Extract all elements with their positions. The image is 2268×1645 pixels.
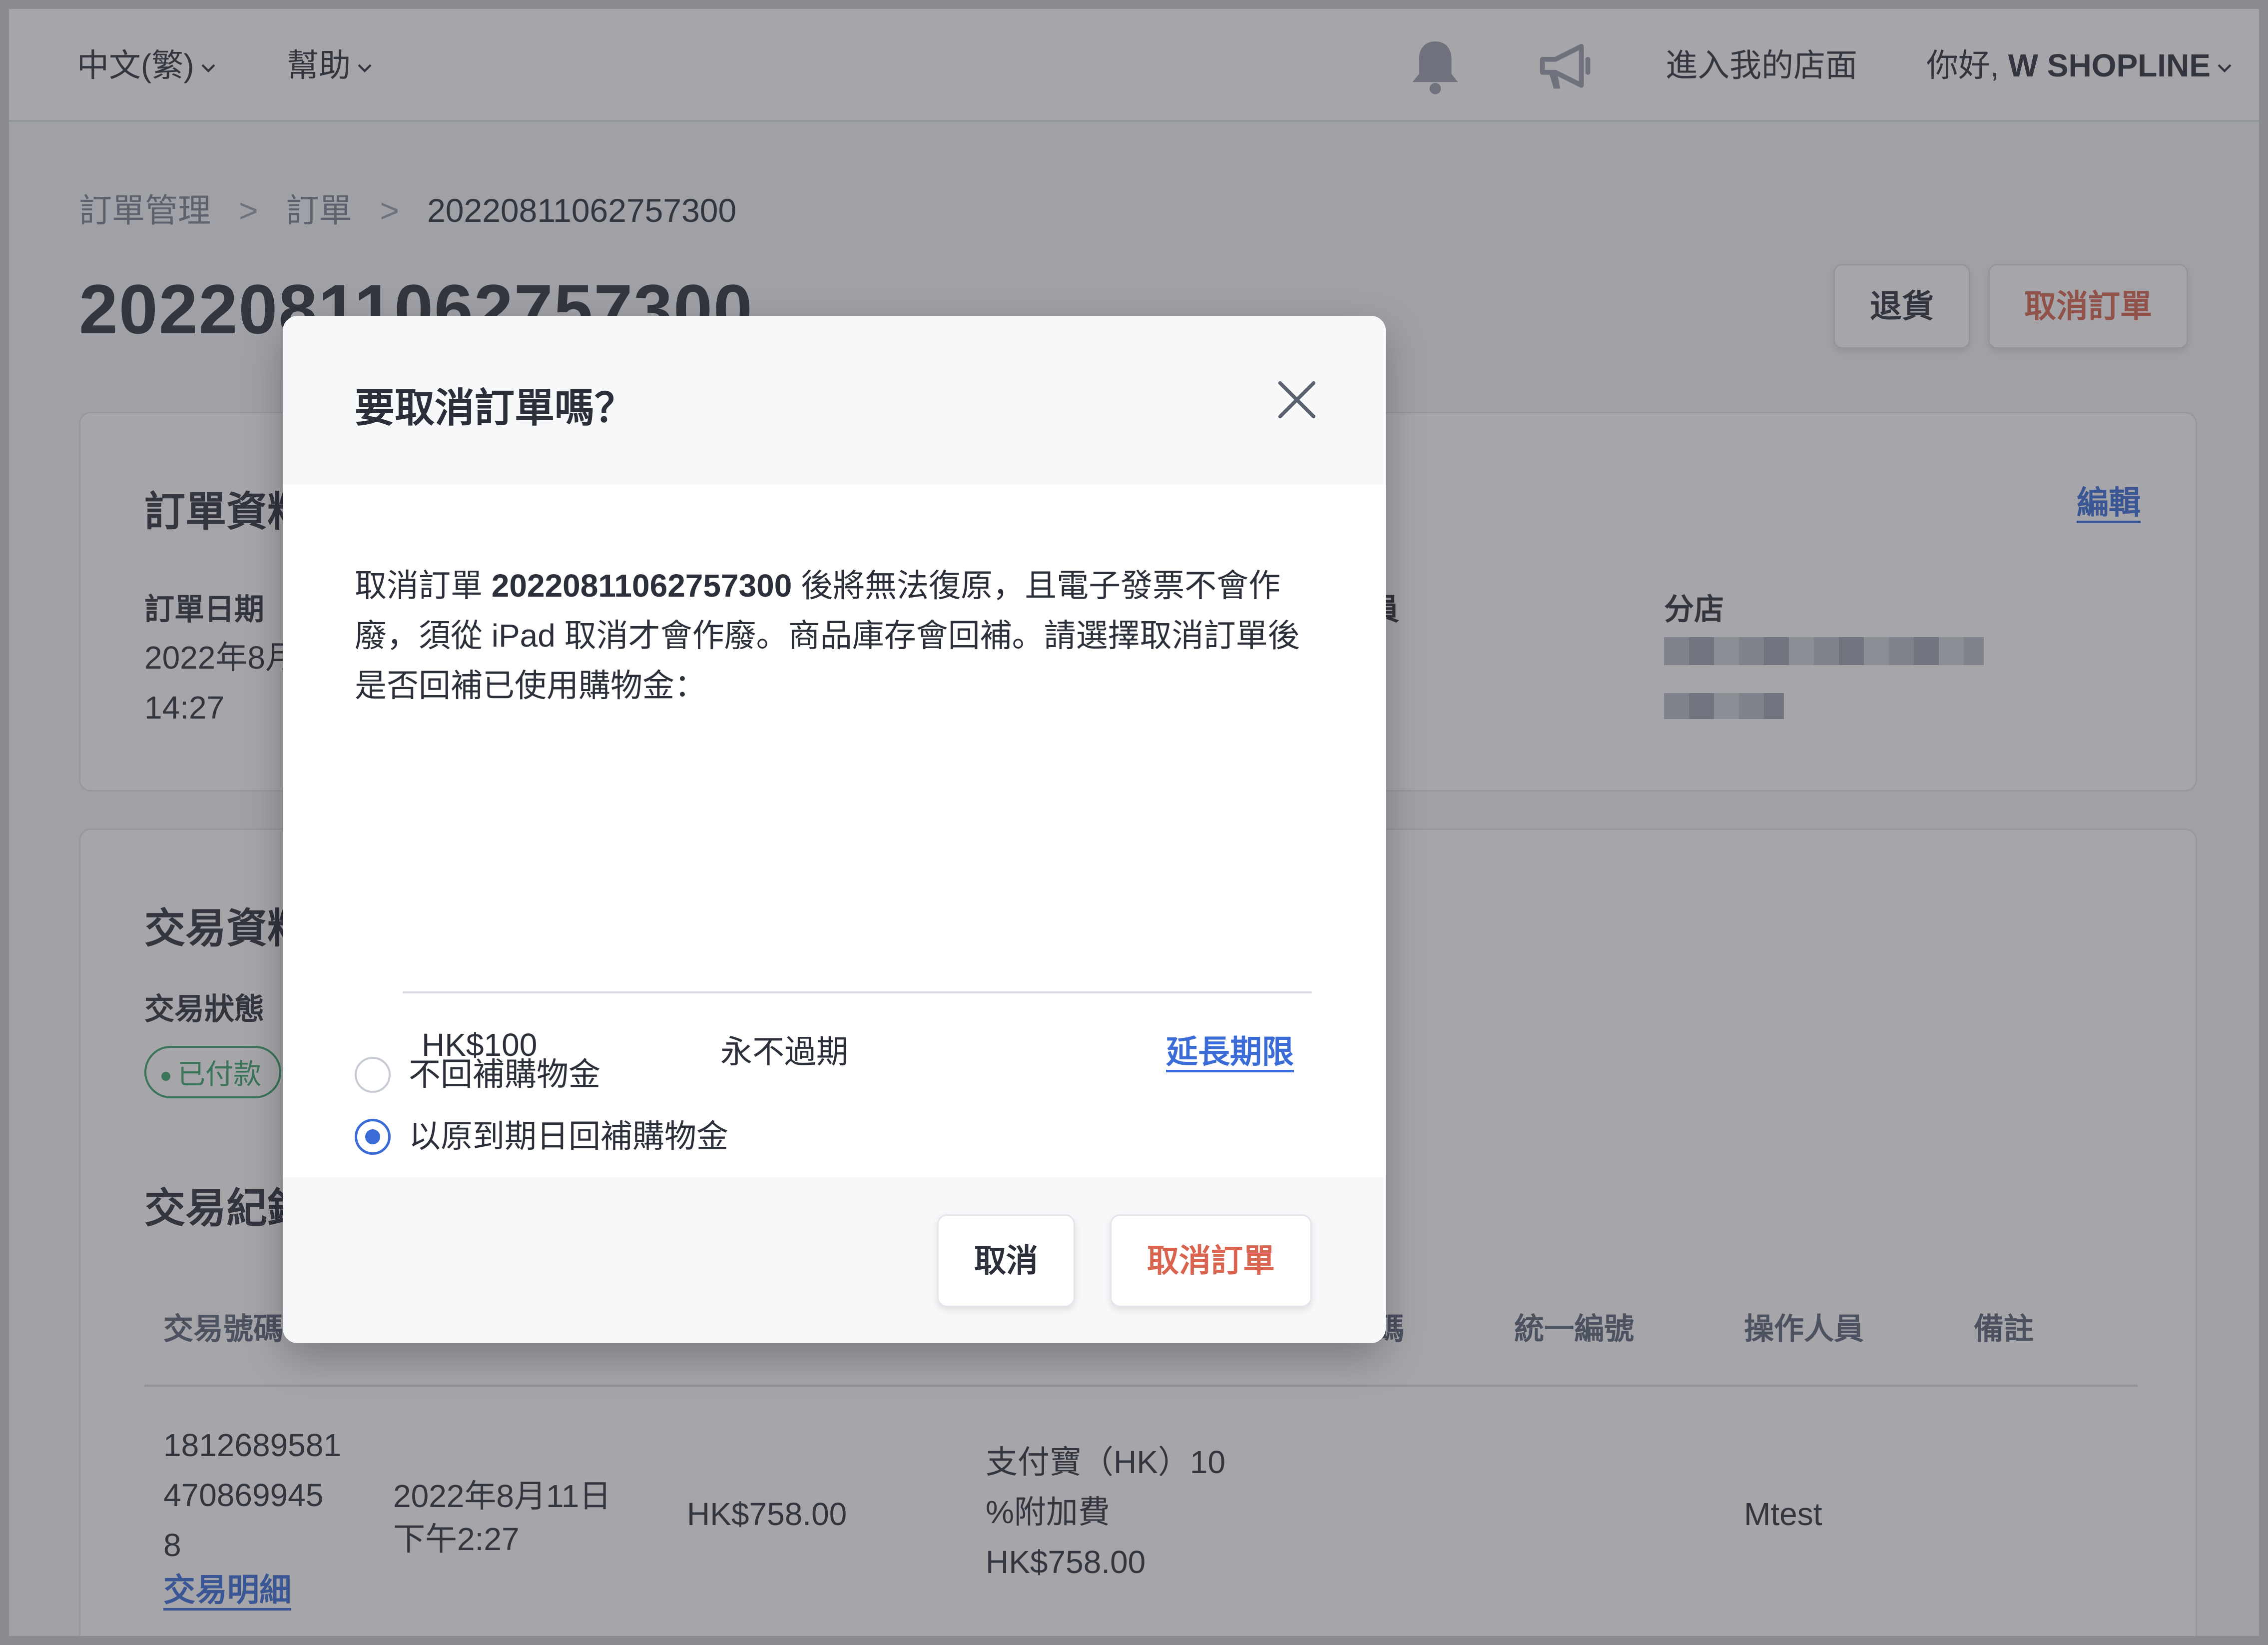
option-no-refund-label: 不回補購物金 [409,1056,600,1092]
extend-validity-link[interactable]: 延長期限 [1166,1026,1294,1072]
cancel-order-modal: 要取消訂單嗎？ 取消訂單 20220811062757300 後將無法復原，且電… [283,316,1386,1343]
msg-part1: 取消訂單 [355,568,492,604]
radio-unchecked[interactable] [355,1057,391,1093]
radio-checked[interactable] [355,1119,391,1155]
option-no-refund[interactable]: 不回補購物金 [355,1054,600,1095]
modal-cancel-button[interactable]: 取消 [937,1214,1075,1307]
extend-validity-label: 延長期限 [1166,1034,1294,1072]
msg-order-number: 20220811062757300 [491,568,792,604]
modal-confirm-cancel-order-button[interactable]: 取消訂單 [1110,1214,1312,1307]
option-refund[interactable]: 以原到期日回補購物金 [355,1116,728,1157]
page-frame: 中文(繁) 幫助 進入我的店面 你好, W SHOPLINE 訂單管理 > 訂單 >2… [0,0,2268,1645]
modal-title: 要取消訂單嗎？ [355,386,634,430]
credit-table-header-credit: 回補購物金 [422,1218,581,1254]
option-refund-label: 以原到期日回補購物金 [409,1118,728,1154]
credit-table-header-validity: 有效期限 [720,1218,848,1254]
close-icon[interactable] [1273,376,1321,424]
modal-message: 取消訂單 20220811062757300 後將無法復原，且電子發票不會作廢，… [355,561,1319,711]
